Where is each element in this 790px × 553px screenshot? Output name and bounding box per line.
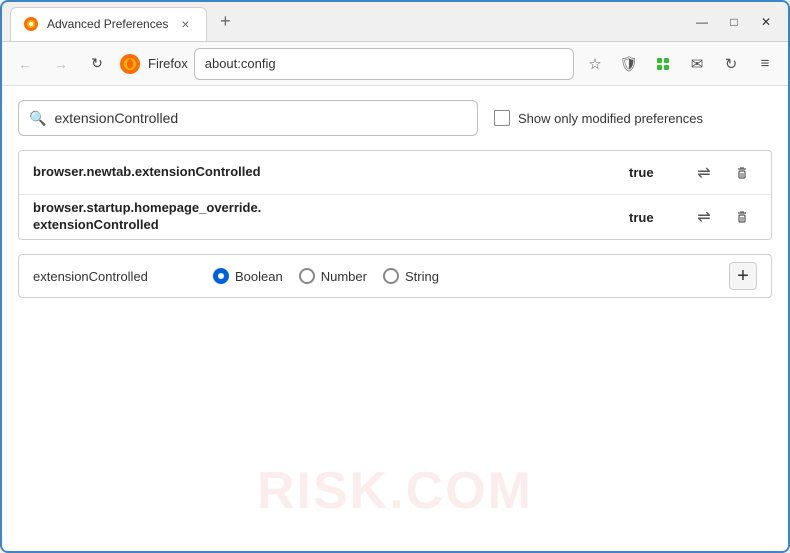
radio-string-circle: [383, 268, 399, 284]
results-table: browser.newtab.extensionControlled true …: [18, 150, 772, 240]
tab-close-button[interactable]: ×: [176, 15, 194, 33]
radio-number-circle: [299, 268, 315, 284]
forward-icon: →: [54, 56, 68, 72]
radio-boolean-label: Boolean: [235, 269, 283, 284]
search-box[interactable]: 🔍: [18, 100, 478, 136]
table-row: browser.startup.homepage_override. exten…: [19, 195, 771, 239]
row-actions: ⇌: [689, 202, 757, 232]
radio-boolean-circle: [213, 268, 229, 284]
delete-button[interactable]: [727, 202, 757, 232]
search-input[interactable]: [54, 110, 467, 126]
new-tab-button[interactable]: +: [211, 8, 239, 36]
reload-icon: ↻: [91, 55, 103, 72]
reload-button[interactable]: ↻: [82, 49, 112, 79]
navigation-bar: ← → ↻ Firefox about:config ☆ 🛡: [2, 42, 788, 86]
menu-icon[interactable]: ≡: [750, 49, 780, 79]
tab-favicon-icon: [23, 16, 39, 32]
firefox-logo-icon: [118, 52, 142, 76]
sync-icon[interactable]: ↻: [716, 49, 746, 79]
tab-label: Advanced Preferences: [47, 17, 168, 31]
search-row: 🔍 Show only modified preferences: [18, 100, 772, 136]
maximize-button[interactable]: □: [720, 8, 748, 36]
browser-tab[interactable]: Advanced Preferences ×: [10, 7, 207, 41]
radio-number[interactable]: Number: [299, 268, 367, 284]
show-modified-checkbox[interactable]: [494, 110, 510, 126]
browser-window: Advanced Preferences × + — □ ✕ ← → ↻: [0, 0, 790, 553]
search-icon: 🔍: [29, 110, 46, 127]
show-modified-label: Show only modified preferences: [518, 111, 703, 126]
main-content: RISK.COM 🔍 Show only modified preference…: [2, 86, 788, 551]
mail-icon[interactable]: ✉: [682, 49, 712, 79]
type-radio-group: Boolean Number String: [213, 268, 439, 284]
firefox-label: Firefox: [148, 56, 188, 71]
radio-string-label: String: [405, 269, 439, 284]
add-button[interactable]: +: [729, 262, 757, 290]
pref-value: true: [629, 165, 669, 180]
minimize-button[interactable]: —: [688, 8, 716, 36]
title-bar: Advanced Preferences × + — □ ✕: [2, 2, 788, 42]
forward-button[interactable]: →: [46, 49, 76, 79]
pref-name: browser.startup.homepage_override. exten…: [33, 200, 629, 234]
pref-value: true: [629, 210, 669, 225]
nav-icons-group: ☆ 🛡 ✉ ↻ ≡: [580, 49, 780, 79]
address-bar[interactable]: about:config: [194, 48, 574, 80]
trash-icon: [734, 209, 750, 225]
shield-icon[interactable]: 🛡: [614, 49, 644, 79]
radio-string[interactable]: String: [383, 268, 439, 284]
watermark: RISK.COM: [257, 461, 533, 521]
window-controls: — □ ✕: [688, 8, 780, 36]
row-actions: ⇌: [689, 158, 757, 188]
radio-number-label: Number: [321, 269, 367, 284]
bookmark-icon[interactable]: ☆: [580, 49, 610, 79]
close-button[interactable]: ✕: [752, 8, 780, 36]
pref-name: browser.newtab.extensionControlled: [33, 164, 629, 181]
new-pref-name: extensionControlled: [33, 269, 193, 284]
back-button[interactable]: ←: [10, 49, 40, 79]
back-icon: ←: [18, 56, 32, 72]
pref-name-line2: extensionControlled: [33, 217, 159, 232]
pref-name-line1: browser.startup.homepage_override.: [33, 200, 261, 215]
show-modified-row: Show only modified preferences: [494, 110, 703, 126]
trash-icon: [734, 165, 750, 181]
extension-icon[interactable]: [648, 49, 678, 79]
add-preference-row: extensionControlled Boolean Number Strin…: [18, 254, 772, 298]
swap-button[interactable]: ⇌: [689, 202, 719, 232]
swap-button[interactable]: ⇌: [689, 158, 719, 188]
address-text: about:config: [205, 56, 276, 71]
radio-boolean[interactable]: Boolean: [213, 268, 283, 284]
delete-button[interactable]: [727, 158, 757, 188]
table-row: browser.newtab.extensionControlled true …: [19, 151, 771, 195]
